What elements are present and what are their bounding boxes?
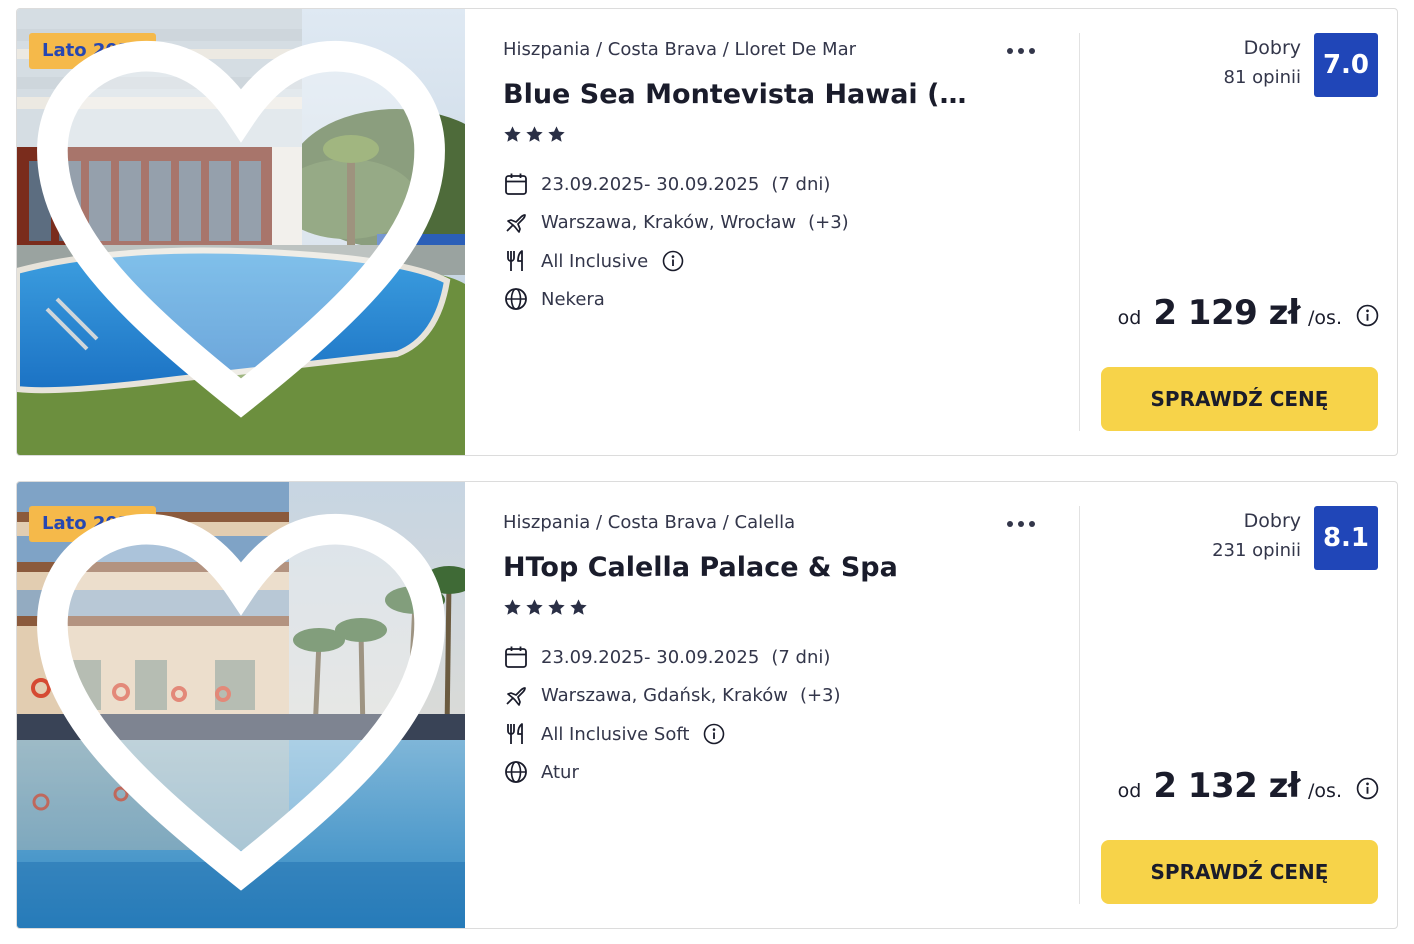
departures-row: Warszawa, Kraków, Wrocław (+3) [503, 208, 849, 236]
more-dots-icon[interactable] [1003, 39, 1039, 63]
offer-details: Hiszpania / Costa Brava / Calella HTop C… [503, 482, 1079, 928]
price-row: od 2 129 zł /os. [1118, 293, 1379, 333]
offer-details: Hiszpania / Costa Brava / Lloret De Mar … [503, 9, 1079, 455]
offer-card[interactable]: Lato 2025 Hiszpania / Costa Brava / Llor… [16, 8, 1398, 456]
dates-row: 23.09.2025- 30.09.2025 (7 dni) [503, 170, 830, 198]
departures-more[interactable]: (+3) [800, 685, 841, 706]
more-dots-icon[interactable] [1003, 512, 1039, 536]
duration-text: (7 dni) [771, 646, 831, 668]
info-icon[interactable] [703, 723, 725, 745]
rating-label: Dobry [1243, 37, 1301, 59]
board-row: All Inclusive Soft [503, 720, 725, 748]
operator-row: Nekera [503, 285, 605, 313]
calendar-icon [505, 173, 527, 195]
plane-icon [506, 214, 526, 233]
check-price-button[interactable]: SPRAWDŹ CENĘ [1101, 840, 1378, 904]
star-icon [526, 126, 543, 142]
price-prefix: od [1117, 307, 1142, 329]
star-icon [548, 126, 565, 142]
price-value: 2 129 zł [1153, 293, 1301, 333]
price-prefix: od [1117, 780, 1142, 802]
heart-icon[interactable] [17, 482, 465, 929]
dates-row: 23.09.2025- 30.09.2025 (7 dni) [503, 643, 830, 671]
info-icon[interactable] [662, 250, 684, 272]
rating-label: Dobry [1243, 510, 1301, 532]
plane-icon [506, 687, 526, 706]
hotel-stars [503, 598, 588, 620]
offer-card[interactable]: Lato 2025 Hiszpania / Costa Brava / Cale… [16, 481, 1398, 929]
rating-count[interactable]: 231 opinii [1212, 540, 1301, 561]
rating-score-badge: 7.0 [1314, 33, 1378, 97]
heart-icon[interactable] [17, 9, 465, 456]
board-text: All Inclusive Soft [541, 723, 690, 745]
hotel-photo[interactable]: Lato 2025 [17, 9, 465, 456]
breadcrumb[interactable]: Hiszpania / Costa Brava / Lloret De Mar [503, 39, 856, 60]
hotel-stars [503, 125, 566, 147]
departures-text: Warszawa, Kraków, Wrocław [541, 211, 797, 233]
departures-text: Warszawa, Gdańsk, Kraków [541, 684, 788, 706]
price-unit: /os. [1308, 307, 1342, 329]
price-value: 2 132 zł [1153, 766, 1301, 806]
rating-score-badge: 8.1 [1314, 506, 1378, 570]
breadcrumb[interactable]: Hiszpania / Costa Brava / Calella [503, 512, 795, 533]
star-icon [570, 599, 587, 615]
board-text: All Inclusive [541, 250, 649, 272]
price-unit: /os. [1308, 780, 1342, 802]
rating-count[interactable]: 81 opinii [1224, 67, 1301, 88]
divider [1079, 506, 1080, 904]
cutlery-icon [507, 250, 523, 271]
duration-text: (7 dni) [771, 173, 831, 195]
hotel-photo[interactable]: Lato 2025 [17, 482, 465, 929]
operator-row: Atur [503, 758, 579, 786]
operator-text: Atur [541, 761, 579, 783]
dates-text: 23.09.2025- 30.09.2025 [541, 173, 760, 195]
board-row: All Inclusive [503, 247, 684, 275]
dates-text: 23.09.2025- 30.09.2025 [541, 646, 760, 668]
globe-icon [505, 761, 527, 783]
cutlery-icon [507, 723, 523, 744]
star-icon [504, 126, 521, 142]
info-icon[interactable] [1356, 304, 1379, 327]
hotel-name[interactable]: HTop Calella Palace & Spa [503, 552, 983, 583]
star-icon [504, 599, 521, 615]
hotel-name[interactable]: Blue Sea Montevista Hawai (ex… [503, 79, 983, 110]
star-icon [526, 599, 543, 615]
divider [1079, 33, 1080, 431]
operator-text: Nekera [541, 288, 605, 310]
globe-icon [505, 288, 527, 310]
price-row: od 2 132 zł /os. [1118, 766, 1379, 806]
departures-more[interactable]: (+3) [808, 212, 849, 233]
check-price-button[interactable]: SPRAWDŹ CENĘ [1101, 367, 1378, 431]
calendar-icon [505, 646, 527, 668]
info-icon[interactable] [1356, 777, 1379, 800]
departures-row: Warszawa, Gdańsk, Kraków (+3) [503, 681, 841, 709]
star-icon [548, 599, 565, 615]
